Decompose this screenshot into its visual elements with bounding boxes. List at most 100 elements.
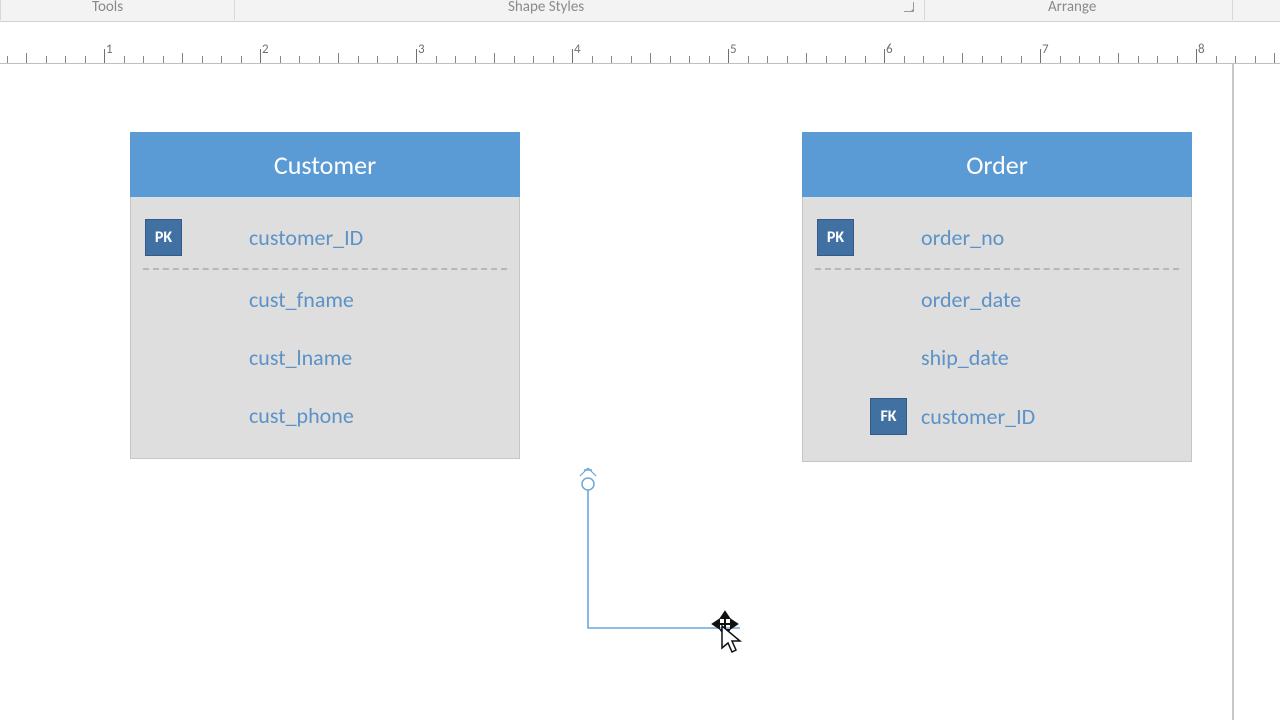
field-cust-fname: cust_fname (249, 286, 354, 313)
ruler-tick-minor (826, 56, 827, 63)
ribbon-group-bar: Tools Shape Styles Arrange (0, 0, 1280, 22)
ruler-tick-minor (533, 56, 534, 63)
ruler-tick-minor (397, 56, 398, 63)
entity-order-field-row[interactable]: order_date (803, 270, 1191, 328)
ruler-tick-major (416, 49, 417, 63)
ruler-tick-minor (358, 56, 359, 63)
ruler-tick-minor (7, 56, 8, 63)
ruler-tick-minor (46, 56, 47, 63)
field-customer-id: customer_ID (249, 224, 363, 251)
ribbon-separator (924, 0, 925, 20)
ribbon-group-tools: Tools (92, 0, 123, 14)
ruler-tick-label: 3 (418, 42, 425, 57)
move-cursor-icon (710, 612, 744, 650)
ruler-tick-minor (143, 56, 144, 63)
ribbon-separator (1232, 0, 1233, 20)
ruler-tick-minor (475, 56, 476, 63)
ribbon-separator (0, 0, 1, 20)
ruler-tick-minor (436, 56, 437, 63)
ruler-tick-minor (1177, 56, 1178, 63)
ruler-tick-minor (1001, 56, 1002, 63)
ruler-tick-label: 8 (1198, 42, 1205, 57)
entity-order-title: Order (802, 132, 1192, 197)
shape-styles-launcher-icon[interactable] (904, 2, 914, 12)
ruler-tick-minor (631, 56, 632, 63)
ruler-tick-minor (377, 56, 378, 63)
ruler-tick-minor (455, 56, 456, 63)
ruler-tick-minor (26, 53, 27, 63)
ruler-tick-minor (163, 56, 164, 63)
ribbon-group-shape-styles: Shape Styles (508, 0, 584, 14)
ruler-tick-minor (280, 56, 281, 63)
ruler-tick-minor (182, 53, 183, 63)
entity-order-fk-row[interactable]: FK customer_ID (803, 386, 1191, 447)
ribbon-separator (234, 0, 235, 20)
ruler-tick-label: 4 (574, 42, 581, 57)
ruler-tick-minor (1138, 56, 1139, 63)
ruler-tick-minor (1099, 56, 1100, 63)
ruler-tick-minor (514, 56, 515, 63)
ruler-tick-minor (1021, 56, 1022, 63)
ruler-tick-minor (650, 53, 651, 63)
ruler-tick-minor (338, 53, 339, 63)
ruler-tick-minor (845, 56, 846, 63)
ruler-tick-minor (943, 56, 944, 63)
horizontal-ruler[interactable]: 12345678 (0, 22, 1280, 64)
ruler-tick-label: 7 (1042, 42, 1049, 57)
entity-customer-pk-row[interactable]: PK customer_ID (131, 207, 519, 268)
fk-badge: FK (870, 398, 907, 435)
ruler-tick-minor (962, 53, 963, 63)
ruler-tick-minor (202, 56, 203, 63)
entity-order-pk-row[interactable]: PK order_no (803, 207, 1191, 268)
entity-customer-body: PK customer_ID cust_fname cust_lname cus… (130, 197, 520, 459)
ruler-tick-major (884, 49, 885, 63)
ruler-tick-minor (494, 53, 495, 63)
field-order-date: order_date (921, 286, 1021, 313)
ruler-tick-label: 2 (262, 42, 269, 57)
ribbon-group-arrange: Arrange (1048, 0, 1096, 14)
pk-badge: PK (817, 219, 854, 256)
ruler-tick-major (1040, 49, 1041, 63)
ruler-tick-minor (1235, 56, 1236, 63)
pk-badge: PK (145, 219, 182, 256)
ruler-tick-minor (670, 56, 671, 63)
ruler-tick-minor (923, 56, 924, 63)
entity-customer-field-row[interactable]: cust_fname (131, 270, 519, 328)
ruler-tick-minor (689, 56, 690, 63)
ruler-tick-minor (319, 56, 320, 63)
entity-order-body: PK order_no order_date ship_date FK cust… (802, 197, 1192, 462)
entity-order-field-row[interactable]: ship_date (803, 328, 1191, 386)
field-order-no: order_no (921, 224, 1004, 251)
ruler-tick-major (104, 49, 105, 63)
ruler-tick-minor (611, 56, 612, 63)
drawing-canvas[interactable]: Customer PK customer_ID cust_fname cust_… (0, 64, 1280, 720)
ruler-tick-minor (553, 56, 554, 63)
ruler-tick-minor (787, 56, 788, 63)
field-cust-phone: cust_phone (249, 402, 354, 429)
ruler-tick-label: 1 (106, 42, 113, 57)
entity-order[interactable]: Order PK order_no order_date ship_date F… (802, 132, 1192, 462)
entity-customer[interactable]: Customer PK customer_ID cust_fname cust_… (130, 132, 520, 459)
page-edge (1232, 64, 1234, 720)
ruler-tick-minor (748, 56, 749, 63)
ruler-tick-major (572, 49, 573, 63)
ruler-tick-minor (767, 56, 768, 63)
ruler-tick-minor (1118, 53, 1119, 63)
entity-customer-field-row[interactable]: cust_phone (131, 386, 519, 444)
ruler-tick-minor (865, 56, 866, 63)
ruler-tick-label: 6 (886, 42, 893, 57)
field-cust-lname: cust_lname (249, 344, 352, 371)
ruler-tick-minor (65, 56, 66, 63)
relationship-connector[interactable] (580, 470, 750, 645)
ruler-tick-minor (124, 56, 125, 63)
ruler-tick-minor (806, 53, 807, 63)
ruler-tick-minor (85, 56, 86, 63)
field-customer-id-fk: customer_ID (921, 403, 1035, 430)
ruler-tick-minor (221, 56, 222, 63)
entity-customer-title: Customer (130, 132, 520, 197)
entity-customer-field-row[interactable]: cust_lname (131, 328, 519, 386)
ruler-tick-minor (1157, 56, 1158, 63)
ruler-tick-minor (709, 56, 710, 63)
ruler-tick-minor (241, 56, 242, 63)
ruler-tick-major (1196, 49, 1197, 63)
